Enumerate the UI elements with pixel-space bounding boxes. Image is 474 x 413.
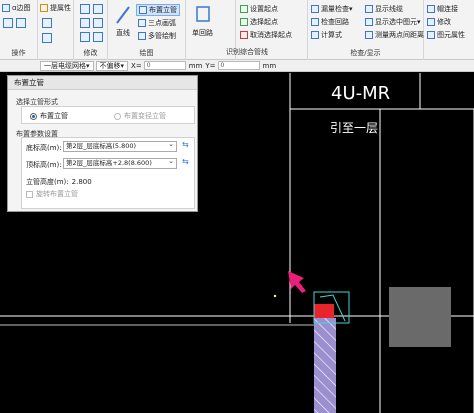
arc-icon — [138, 19, 146, 27]
cancel-icon — [240, 31, 248, 39]
swap-icon[interactable]: ⇆ — [182, 140, 189, 149]
riser-icon — [139, 6, 147, 14]
form-section-box: 布置立管 布置变径立管 — [21, 106, 195, 124]
ribbon: ɑ边图 操作 提属性 修改 直线 布置立管 三点画弧 多管绘制 绘图 单回路 设… — [0, 0, 474, 60]
layer-select[interactable]: 一层电缆网格 ▾ — [40, 60, 94, 71]
place-riser-dialog[interactable]: 布置立管 选择立管形式 布置立管 布置变径立管 布置参数设置 底标高(m): 第… — [7, 75, 198, 212]
riser-pipe[interactable] — [314, 318, 336, 413]
room-note: 引至一层 — [330, 121, 378, 135]
dialog-title: 布置立管 — [8, 76, 197, 90]
radio-checked-icon — [30, 112, 37, 120]
extract-icon — [40, 4, 48, 12]
y-input[interactable]: 0 — [217, 61, 260, 70]
ribbon-group-check: 漏量检查 ▾ 检查回路 计算式 显示线缆 显示选中图元 ▾ 测量两点间距离 检查… — [308, 0, 424, 60]
riser-height-row: 立管高度(m): 2.800 — [26, 177, 92, 187]
ribbon-btn-extract-props[interactable]: 提属性 — [40, 3, 71, 13]
extend-icon[interactable] — [93, 32, 103, 42]
loop-check-icon — [311, 18, 319, 26]
y-label: Y= — [205, 61, 216, 70]
riser-height-label: 立管高度(m): — [26, 178, 69, 186]
swap-icon[interactable]: ⇆ — [182, 157, 189, 166]
multi-pipe-icon — [138, 32, 146, 40]
radio-varying-riser[interactable]: 布置变径立管 — [114, 111, 166, 121]
checkbox-icon — [26, 190, 33, 198]
ribbon-group-label: 操作 — [11, 49, 26, 57]
line-icon — [116, 6, 130, 24]
trim-icon[interactable] — [80, 32, 90, 42]
three-point-arc-button[interactable]: 三点画弧 — [138, 18, 176, 28]
ribbon-small-icon[interactable] — [16, 18, 26, 28]
draw-line-button[interactable]: 直线 — [114, 4, 132, 38]
x-unit: mm — [188, 61, 203, 70]
ribbon-group-label: 绘图 — [139, 49, 154, 57]
ribbon-group-draw: 直线 布置立管 三点画弧 多管绘制 绘图 — [108, 0, 186, 60]
move-icon[interactable] — [80, 18, 90, 28]
modify-icon — [427, 18, 435, 26]
place-riser-button[interactable]: 布置立管 — [136, 4, 180, 16]
riser-height-value: 2.800 — [71, 178, 92, 186]
radio-unchecked-icon — [114, 112, 121, 120]
ribbon-group-label: 修改 — [83, 49, 98, 57]
equipment-block[interactable] — [389, 287, 451, 347]
rotate-riser-checkbox[interactable]: 旋转布置立管 — [26, 189, 78, 199]
ribbon-group-operate: ɑ边图 操作 — [0, 0, 38, 60]
offset-mode-select[interactable]: 不偏移 ▾ — [95, 60, 129, 71]
mirror-icon[interactable] — [93, 4, 103, 14]
cursor-arrow-icon — [288, 271, 306, 293]
show-icon — [365, 5, 373, 13]
radio-place-riser[interactable]: 布置立管 — [30, 111, 68, 121]
leak-check-button[interactable]: 漏量检查 ▾ — [311, 4, 353, 14]
snap-point — [273, 294, 277, 298]
ribbon-group-extra: 帽连接 修改 图元属性 — [424, 0, 474, 60]
check-loop-button[interactable]: 检查回路 — [311, 17, 349, 27]
select-start-button[interactable]: 选择起点 — [240, 17, 278, 27]
y-unit: mm — [262, 61, 277, 70]
cancel-start-button[interactable]: 取消选择起点 — [240, 30, 292, 40]
ribbon-small-icon[interactable] — [3, 18, 13, 28]
formula-button[interactable]: 计算式 — [311, 30, 342, 40]
ribbon-btn-edge[interactable]: ɑ边图 — [2, 3, 30, 13]
show-selected-icon — [365, 18, 373, 26]
multi-pipe-button[interactable]: 多管绘制 — [138, 31, 176, 41]
set-start-button[interactable]: 设置起点 — [240, 4, 278, 14]
show-cable-button[interactable]: 显示线缆 — [365, 4, 403, 14]
modify-button[interactable]: 修改 — [427, 17, 451, 27]
show-selected-button[interactable]: 显示选中图元 ▾ — [365, 17, 421, 27]
element-props-button[interactable]: 图元属性 — [427, 30, 465, 40]
check-icon — [311, 5, 319, 13]
ribbon-group-modify: 修改 — [74, 0, 108, 60]
measure-distance-button[interactable]: 测量两点间距离 — [365, 30, 424, 40]
start-icon — [240, 5, 248, 13]
ruler-icon — [365, 31, 373, 39]
ribbon-group-label: 识别综合管线 — [226, 48, 268, 56]
ribbon-group-props: 提属性 — [38, 0, 74, 60]
ribbon-small-icon[interactable] — [42, 18, 52, 28]
bottom-elev-select[interactable]: 第2层_层底标高(5.800) — [63, 141, 177, 152]
select-icon — [240, 18, 248, 26]
rotate-icon[interactable] — [93, 18, 103, 28]
x-label: X= — [131, 61, 142, 70]
bottom-elev-label: 底标高(m): — [26, 144, 62, 152]
loop-icon — [195, 6, 210, 22]
cap-connect-button[interactable]: 帽连接 — [427, 4, 458, 14]
coordinate-toolbar: 一层电缆网格 ▾ 不偏移 ▾ X= 0 mm Y= 0 mm — [0, 60, 474, 72]
riser-cap[interactable] — [314, 304, 334, 318]
top-elev-select[interactable]: 第2层_层底标高+2.8(8.600) — [63, 158, 177, 169]
x-input[interactable]: 0 — [143, 61, 186, 70]
formula-icon — [311, 31, 319, 39]
single-loop-button[interactable]: 单回路 — [192, 4, 213, 38]
copy-icon[interactable] — [80, 4, 90, 14]
ribbon-group-label: 检查/显示 — [350, 49, 381, 57]
top-elev-label: 顶标高(m): — [26, 161, 62, 169]
props-icon — [427, 31, 435, 39]
room-code: 4U-MR — [331, 83, 390, 104]
edge-icon — [2, 4, 10, 12]
ribbon-small-icon[interactable] — [42, 33, 52, 43]
cap-icon — [427, 5, 435, 13]
